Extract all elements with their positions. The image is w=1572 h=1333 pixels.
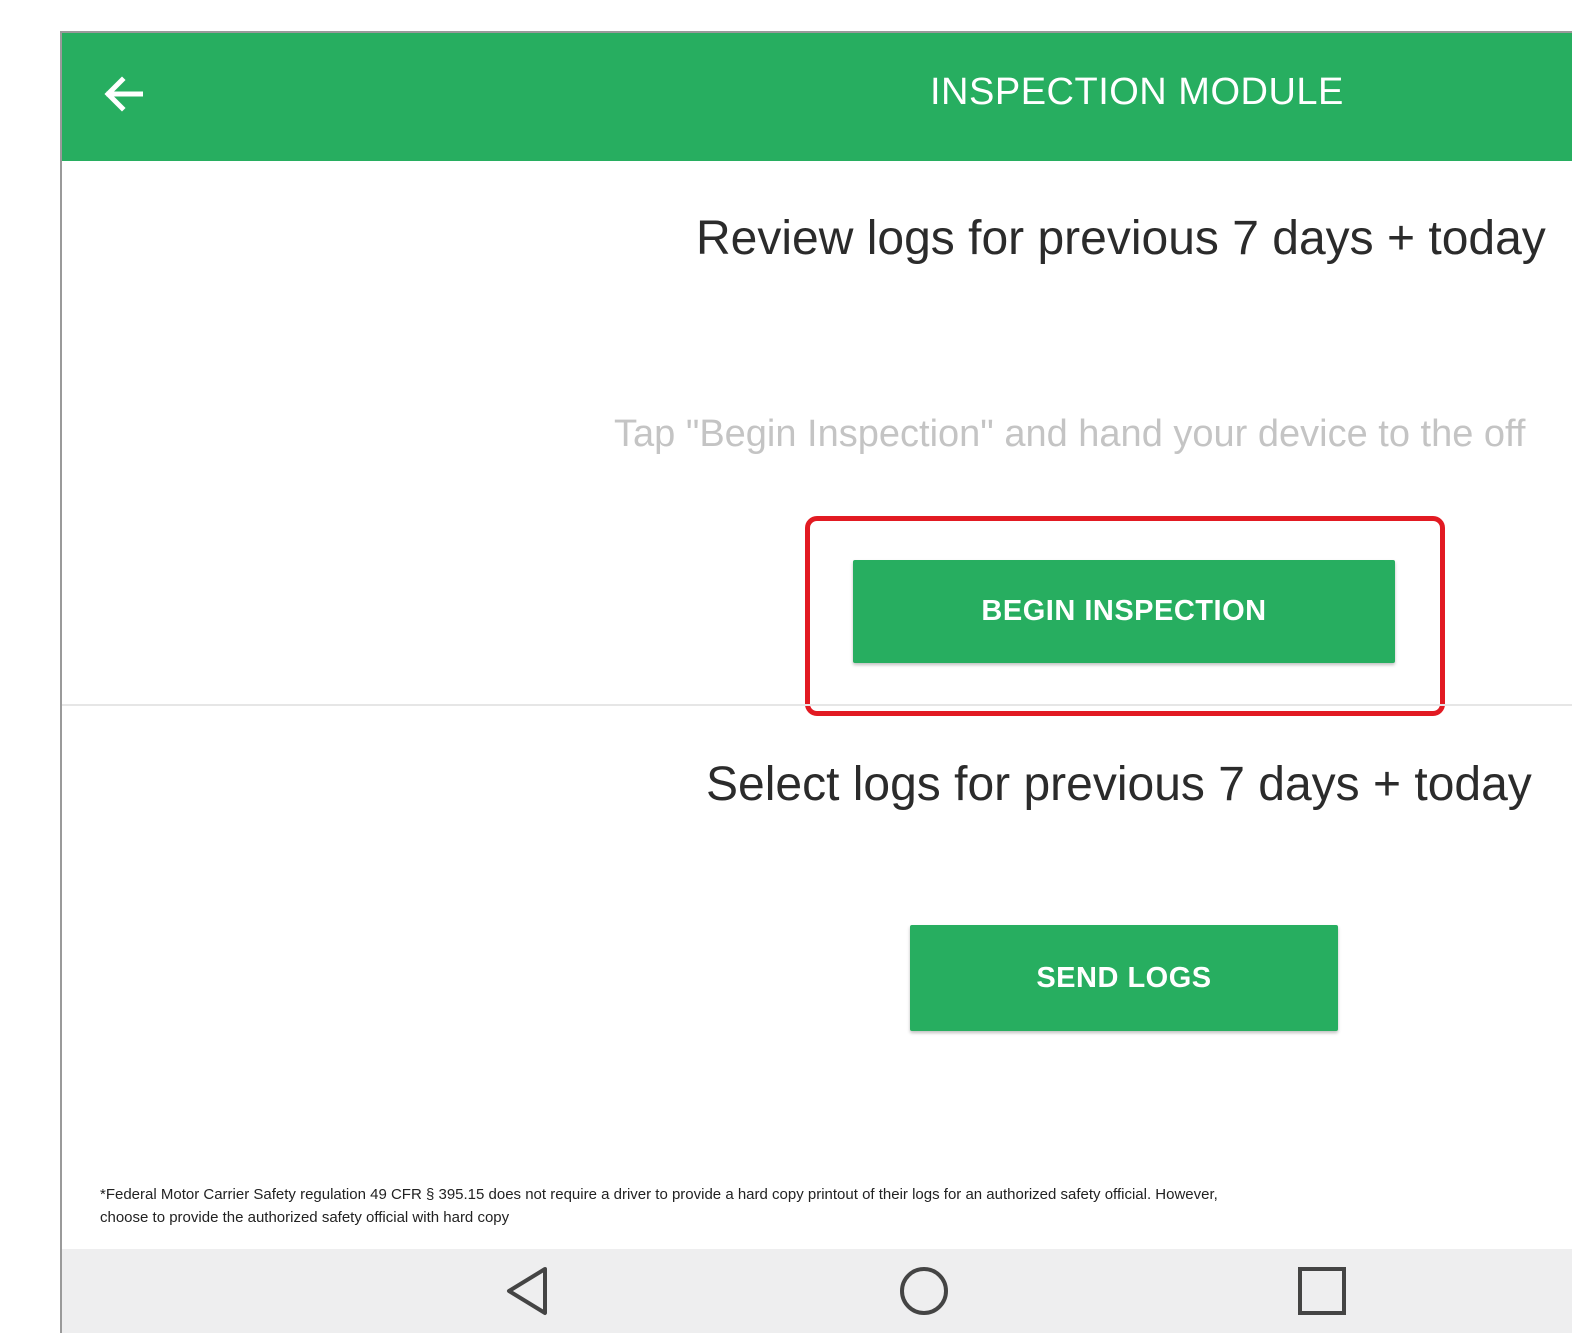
back-button[interactable] (98, 69, 148, 119)
begin-inspection-button[interactable]: BEGIN INSPECTION (853, 560, 1395, 663)
app-screen: INSPECTION MODULE Review logs for previo… (60, 31, 1572, 1333)
back-triangle-icon (507, 1267, 547, 1315)
nav-back-button[interactable] (498, 1261, 558, 1321)
regulation-footnote: *Federal Motor Carrier Safety regulation… (100, 1183, 1572, 1229)
inspection-hint-text: Tap "Begin Inspection" and hand your dev… (614, 413, 1526, 455)
home-circle-icon (900, 1267, 948, 1315)
nav-recents-button[interactable] (1292, 1261, 1352, 1321)
arrow-left-icon (104, 76, 143, 112)
select-logs-heading: Select logs for previous 7 days + today (706, 758, 1532, 811)
system-navigation-bar (62, 1249, 1572, 1333)
page-title: INSPECTION MODULE (930, 71, 1344, 113)
footnote-line-2: choose to provide the authorized safety … (100, 1209, 510, 1226)
footnote-line-1: *Federal Motor Carrier Safety regulation… (100, 1186, 1218, 1203)
send-logs-button[interactable]: SEND LOGS (910, 925, 1338, 1031)
recents-square-icon (1298, 1267, 1346, 1315)
app-bar: INSPECTION MODULE (62, 33, 1572, 161)
review-logs-heading: Review logs for previous 7 days + today (696, 212, 1546, 265)
nav-home-button[interactable] (894, 1261, 954, 1321)
section-divider (62, 704, 1572, 706)
